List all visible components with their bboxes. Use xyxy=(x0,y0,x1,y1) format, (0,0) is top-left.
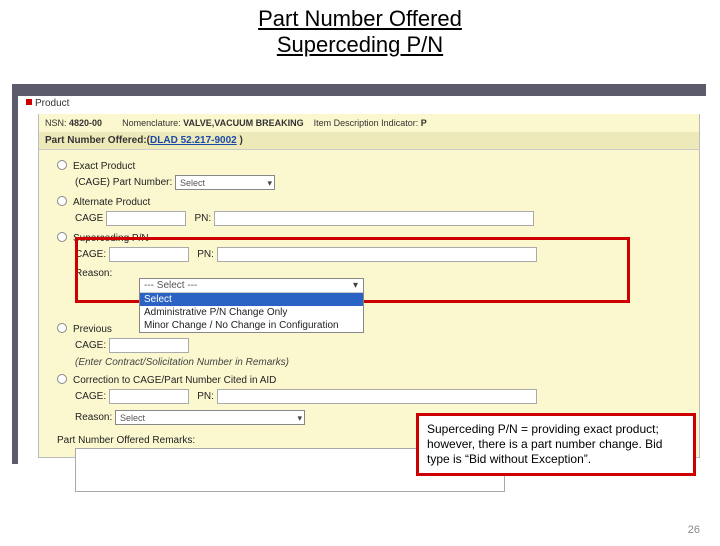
corr-reason-label: Reason: xyxy=(75,412,112,423)
product-label: Product xyxy=(35,98,69,109)
callout-box: Superceding P/N = providing exact produc… xyxy=(416,413,696,476)
correction-label: Correction to CAGE/Part Number Cited in … xyxy=(73,375,276,386)
prev-note: (Enter Contract/Solicitation Number in R… xyxy=(75,357,693,368)
product-section-header: Product xyxy=(26,98,69,109)
radio-alternate-product[interactable] xyxy=(57,196,67,206)
prev-cage-label: CAGE: xyxy=(75,340,106,351)
option-superceding-pn: Superceding P/N xyxy=(57,232,693,244)
pno-close: ) xyxy=(237,135,243,146)
previous-row: CAGE: xyxy=(75,338,693,353)
super-reason-label: Reason: xyxy=(75,268,112,279)
reason-dropdown-open: --- Select --- Select Administrative P/N… xyxy=(139,278,364,333)
superceding-pn-row: CAGE: PN: xyxy=(75,247,693,262)
cage-pn-label: (CAGE) Part Number: xyxy=(75,177,172,188)
reason-dropdown-header[interactable]: --- Select --- xyxy=(140,279,363,293)
reason-option-minor[interactable]: Minor Change / No Change in Configuratio… xyxy=(140,319,363,332)
nsn-label: NSN: xyxy=(45,118,67,128)
alt-cage-label: CAGE xyxy=(75,213,103,224)
part-number-offered-header: Part Number Offered:(DLAD 52.217-9002 ) xyxy=(39,132,699,150)
exact-product-label: Exact Product xyxy=(73,161,135,172)
radio-superceding-pn[interactable] xyxy=(57,232,67,242)
page-number: 26 xyxy=(688,524,700,536)
panel: Product NSN: 4820-00 Nomenclature: VALVE… xyxy=(18,96,706,464)
option-alternate-product: Alternate Product xyxy=(57,196,693,208)
corr-cage-label: CAGE: xyxy=(75,391,106,402)
nomenclature-value: VALVE,VACUUM BREAKING xyxy=(183,118,304,128)
title-line-2: Superceding P/N xyxy=(277,32,443,57)
radio-correction[interactable] xyxy=(57,374,67,384)
option-correction: Correction to CAGE/Part Number Cited in … xyxy=(57,374,693,386)
alternate-product-label: Alternate Product xyxy=(73,197,150,208)
alternate-product-row: CAGE PN: xyxy=(75,211,693,226)
correction-row: CAGE: PN: xyxy=(75,389,693,404)
nsn-value: 4820-00 xyxy=(69,118,102,128)
radio-previous[interactable] xyxy=(57,323,67,333)
exact-product-row: (CAGE) Part Number: Select xyxy=(75,175,693,190)
form-panel: NSN: 4820-00 Nomenclature: VALVE,VACUUM … xyxy=(38,114,700,458)
corr-pn-label: PN: xyxy=(197,391,214,402)
super-cage-label: CAGE: xyxy=(75,249,106,260)
item-info-row: NSN: 4820-00 Nomenclature: VALVE,VACUUM … xyxy=(39,114,699,132)
slide-title: Part Number Offered Superceding P/N xyxy=(0,6,720,58)
radio-exact-product[interactable] xyxy=(57,160,67,170)
alt-pn-input[interactable] xyxy=(214,211,534,226)
corr-cage-input[interactable] xyxy=(109,389,189,404)
option-exact-product: Exact Product xyxy=(57,160,693,172)
dlad-link[interactable]: DLAD 52.217-9002 xyxy=(150,135,237,146)
super-pn-input[interactable] xyxy=(217,247,537,262)
super-cage-input[interactable] xyxy=(109,247,189,262)
corr-reason-select[interactable]: Select xyxy=(115,410,305,425)
screenshot-frame: Product NSN: 4820-00 Nomenclature: VALVE… xyxy=(12,84,706,464)
alt-pn-label: PN: xyxy=(194,213,211,224)
prev-cage-input[interactable] xyxy=(109,338,189,353)
previous-label: Previous xyxy=(73,324,112,335)
reason-option-select[interactable]: Select xyxy=(140,293,363,306)
section-bullet-icon xyxy=(26,99,32,105)
exact-cage-pn-select[interactable]: Select xyxy=(175,175,275,190)
alt-cage-input[interactable] xyxy=(106,211,186,226)
nomenclature-label: Nomenclature: xyxy=(122,118,181,128)
title-line-1: Part Number Offered xyxy=(258,6,462,31)
window-titlebar xyxy=(12,84,706,96)
idi-label: Item Description Indicator: xyxy=(314,118,419,128)
callout-text: Superceding P/N = providing exact produc… xyxy=(427,422,662,466)
superceding-pn-label: Superceding P/N xyxy=(73,233,149,244)
idi-value: P xyxy=(421,118,427,128)
pno-label: Part Number Offered:( xyxy=(45,135,150,146)
reason-option-admin[interactable]: Administrative P/N Change Only xyxy=(140,306,363,319)
corr-pn-input[interactable] xyxy=(217,389,537,404)
super-pn-label: PN: xyxy=(197,249,214,260)
